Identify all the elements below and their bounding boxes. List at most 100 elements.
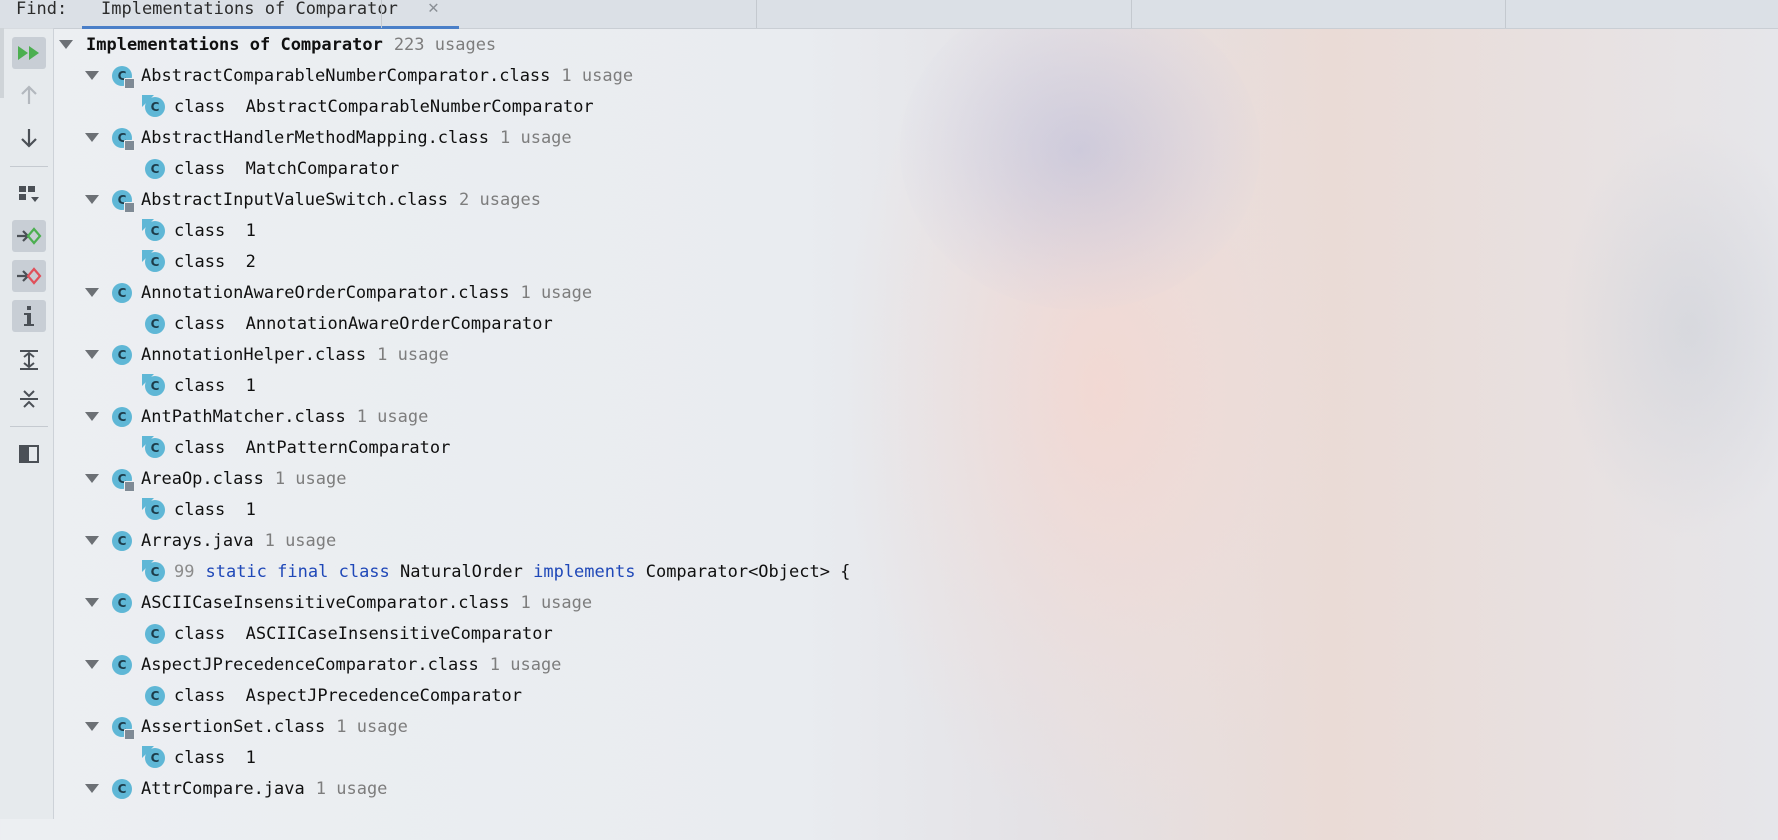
usage-row[interactable]: C class 1 xyxy=(142,742,256,773)
collapse-arrow-icon[interactable] xyxy=(85,71,99,80)
class-icon: C xyxy=(145,685,165,706)
line-number: 99 xyxy=(174,561,195,582)
usage-row[interactable]: C class AbstractComparableNumberComparat… xyxy=(142,91,594,122)
file-row[interactable]: C AnnotationAwareOrderComparator.class 1… xyxy=(85,277,592,308)
usage-row[interactable]: C class AntPatternComparator xyxy=(142,432,450,463)
show-write-access-icon xyxy=(17,267,42,285)
collapse-arrow-icon[interactable] xyxy=(85,412,99,421)
tab-separator xyxy=(756,0,757,28)
tab-separator xyxy=(1131,0,1132,28)
file-row[interactable]: C AntPathMatcher.class 1 usage xyxy=(85,401,428,432)
class-file-icon: C xyxy=(112,716,135,740)
usage-class-name: 1 xyxy=(245,375,256,396)
usage-class-name: AspectJPrecedenceComparator xyxy=(245,685,523,706)
class-file-icon: C xyxy=(112,654,132,675)
collapse-all-icon xyxy=(20,390,38,408)
class-icon: C xyxy=(142,497,165,520)
class-file-icon: C xyxy=(112,592,132,613)
collapse-arrow-icon[interactable] xyxy=(85,722,99,731)
usage-row[interactable]: C class MatchComparator xyxy=(145,153,399,184)
find-toolbar xyxy=(0,28,54,819)
rerun-icon xyxy=(18,46,39,60)
code-rest: Comparator<Object> { xyxy=(645,561,851,582)
file-row[interactable]: C AssertionSet.class 1 usage xyxy=(85,711,408,742)
java-file-icon: C xyxy=(112,530,132,551)
usage-count: 1 usage xyxy=(489,654,562,675)
file-row[interactable]: C AnnotationHelper.class 1 usage xyxy=(85,339,449,370)
collapse-arrow-icon[interactable] xyxy=(85,784,99,793)
usage-class-name: AbstractComparableNumberComparator xyxy=(245,96,594,117)
tree-root-row[interactable]: Implementations of Comparator 223 usages xyxy=(59,29,496,60)
usage-class-name: 2 xyxy=(245,251,256,272)
collapse-arrow-icon[interactable] xyxy=(85,195,99,204)
usage-class-name: MatchComparator xyxy=(245,158,400,179)
file-row[interactable]: C AbstractHandlerMethodMapping.class 1 u… xyxy=(85,122,572,153)
class-file-icon: C xyxy=(112,127,135,151)
close-icon[interactable]: ✕ xyxy=(428,0,439,17)
usage-row[interactable]: C class 1 xyxy=(142,494,256,525)
tab-implementations-of-comparator[interactable]: Implementations of Comparator ✕ xyxy=(82,0,459,29)
show-write-access-button[interactable] xyxy=(12,260,46,292)
preview-button[interactable] xyxy=(12,438,46,470)
info-button[interactable] xyxy=(12,300,46,332)
class-file-icon: C xyxy=(112,65,135,89)
find-tab-bar: Find: Implementations of Comparator ✕ xyxy=(0,0,1778,29)
collapse-arrow-icon[interactable] xyxy=(85,133,99,142)
usage-row[interactable]: C class 1 xyxy=(142,215,256,246)
usage-row[interactable]: C class 1 xyxy=(142,370,256,401)
usage-row[interactable]: C class 2 xyxy=(142,246,256,277)
file-row[interactable]: C AspectJPrecedenceComparator.class 1 us… xyxy=(85,649,561,680)
usage-count: 1 usage xyxy=(520,282,593,303)
usage-count: 2 usages xyxy=(459,189,541,210)
usage-class-name: 1 xyxy=(245,220,256,241)
group-by-button[interactable] xyxy=(12,179,46,211)
collapse-arrow-icon[interactable] xyxy=(85,474,99,483)
collapse-all-button[interactable] xyxy=(12,383,46,415)
usage-row[interactable]: C class AspectJPrecedenceComparator xyxy=(145,680,522,711)
next-occurrence-button[interactable] xyxy=(12,122,46,154)
usage-keyword: class xyxy=(174,158,226,179)
usage-row[interactable]: C 99 static final class NaturalOrder impl… xyxy=(142,556,851,587)
usage-row[interactable]: C class AnnotationAwareOrderComparator xyxy=(145,308,553,339)
collapse-arrow-icon[interactable] xyxy=(85,350,99,359)
file-row[interactable]: C Arrays.java 1 usage xyxy=(85,525,336,556)
file-name: ASCIICaseInsensitiveComparator.class xyxy=(141,592,510,613)
expand-all-button[interactable] xyxy=(12,344,46,376)
usage-count: 1 usage xyxy=(336,716,408,737)
java-file-icon: C xyxy=(112,778,132,799)
tab-separator xyxy=(1505,0,1506,28)
file-row[interactable]: C ASCIICaseInsensitiveComparator.class 1… xyxy=(85,587,592,618)
usage-count: 1 usage xyxy=(520,592,593,613)
file-name: AbstractComparableNumberComparator.class xyxy=(141,65,551,86)
preview-icon xyxy=(19,445,39,463)
usage-row[interactable]: C class ASCIICaseInsensitiveComparator xyxy=(145,618,553,649)
class-file-icon: C xyxy=(112,189,135,213)
code-keyword: final xyxy=(277,561,329,582)
collapse-arrow-icon[interactable] xyxy=(85,660,99,669)
rerun-button[interactable] xyxy=(12,37,46,69)
file-row[interactable]: C AbstractComparableNumberComparator.cla… xyxy=(85,60,633,91)
collapse-arrow-icon[interactable] xyxy=(85,598,99,607)
class-icon: C xyxy=(142,373,165,396)
file-name: AnnotationHelper.class xyxy=(141,344,367,365)
usage-keyword: class xyxy=(174,96,226,117)
file-row[interactable]: C AbstractInputValueSwitch.class 2 usage… xyxy=(85,184,541,215)
usage-class-name: 1 xyxy=(245,499,256,520)
file-row[interactable]: C AttrCompare.java 1 usage xyxy=(85,773,387,804)
info-icon xyxy=(24,306,34,326)
previous-occurrence-button[interactable] xyxy=(12,79,46,111)
collapse-arrow-icon[interactable] xyxy=(85,288,99,297)
file-row[interactable]: C AreaOp.class 1 usage xyxy=(85,463,346,494)
class-file-icon: C xyxy=(112,406,132,427)
usage-keyword: class xyxy=(174,313,226,334)
collapse-arrow-icon[interactable] xyxy=(59,40,73,49)
class-icon: C xyxy=(142,559,165,582)
class-icon: C xyxy=(145,313,165,334)
usage-count: 1 usage xyxy=(264,530,337,551)
show-read-access-button[interactable] xyxy=(12,220,46,252)
usage-keyword: class xyxy=(174,375,226,396)
class-icon: C xyxy=(142,249,165,272)
usage-keyword: class xyxy=(174,220,226,241)
usage-keyword: class xyxy=(174,437,226,458)
collapse-arrow-icon[interactable] xyxy=(85,536,99,545)
